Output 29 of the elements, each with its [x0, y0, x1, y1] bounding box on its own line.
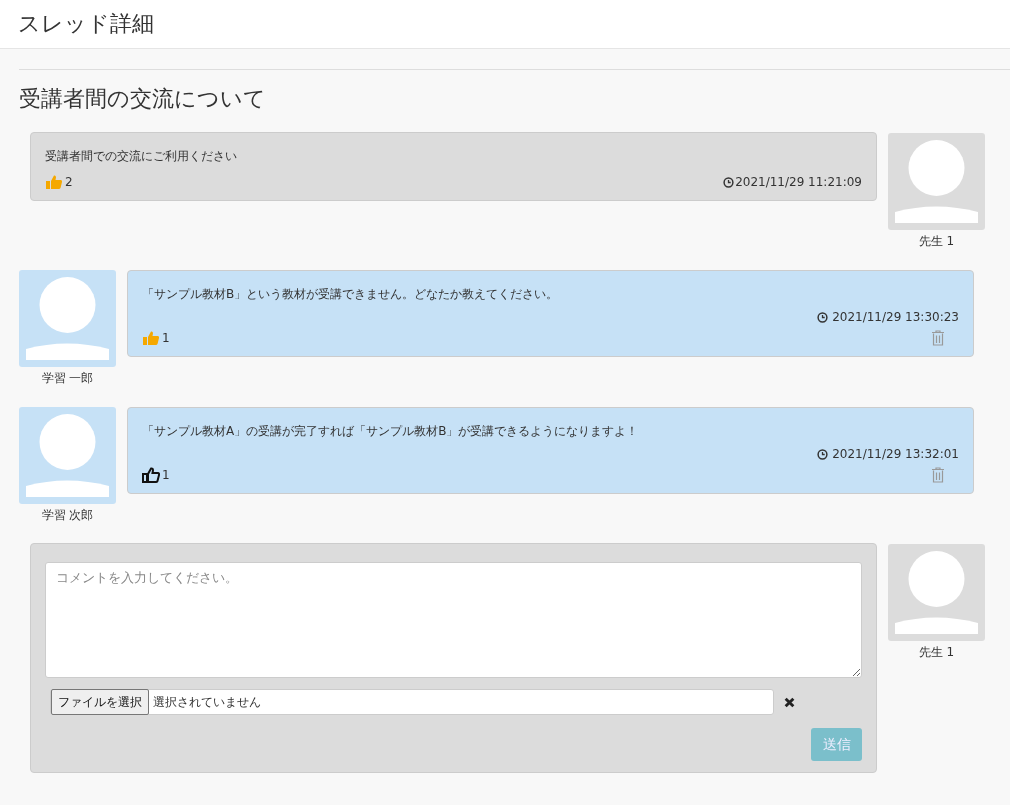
author-name: 先生 1: [918, 644, 955, 661]
comment-field[interactable]: コメントを入力してください。: [45, 562, 862, 678]
timestamp: 2021/11/29 13:30:23: [832, 310, 959, 324]
file-field[interactable]: ファイルを選択 選択されていません: [50, 689, 774, 715]
timestamp: 2021/11/29 11:21:09: [735, 175, 862, 189]
message-text: 「サンプル教材B」という教材が受講できません。どなたか教えてください。: [142, 286, 560, 303]
like-button[interactable]: 1: [142, 467, 170, 483]
clock-icon: [817, 448, 829, 460]
message-text: 受講者間での交流にご利用ください: [45, 148, 238, 165]
author-name: 学習 次郎: [41, 507, 94, 524]
author-name: 先生 1: [918, 233, 955, 250]
clock-icon: [817, 311, 829, 323]
trash-icon[interactable]: [931, 330, 945, 346]
avatar-icon: [19, 407, 116, 504]
like-button[interactable]: 1: [142, 330, 170, 346]
author-name: 学習 一郎: [41, 370, 94, 387]
message-text: 「サンプル教材A」の受講が完了すれば「サンプル教材B」が受講できるようになりますよ！: [142, 423, 640, 440]
close-icon[interactable]: [784, 696, 795, 708]
avatar-icon: [888, 544, 985, 641]
avatar-icon: [19, 270, 116, 367]
page-title: スレッド詳細: [18, 10, 154, 38]
thread-title: 受講者間の交流について: [19, 85, 267, 113]
timestamp: 2021/11/29 13:32:01: [832, 447, 959, 461]
trash-icon[interactable]: [931, 467, 945, 483]
file-status: 選択されていません: [153, 693, 261, 711]
clock-icon: [723, 176, 735, 188]
choose-file-button[interactable]: ファイルを選択: [51, 689, 149, 715]
like-button[interactable]: 2: [45, 174, 73, 190]
avatar-icon: [888, 133, 985, 230]
